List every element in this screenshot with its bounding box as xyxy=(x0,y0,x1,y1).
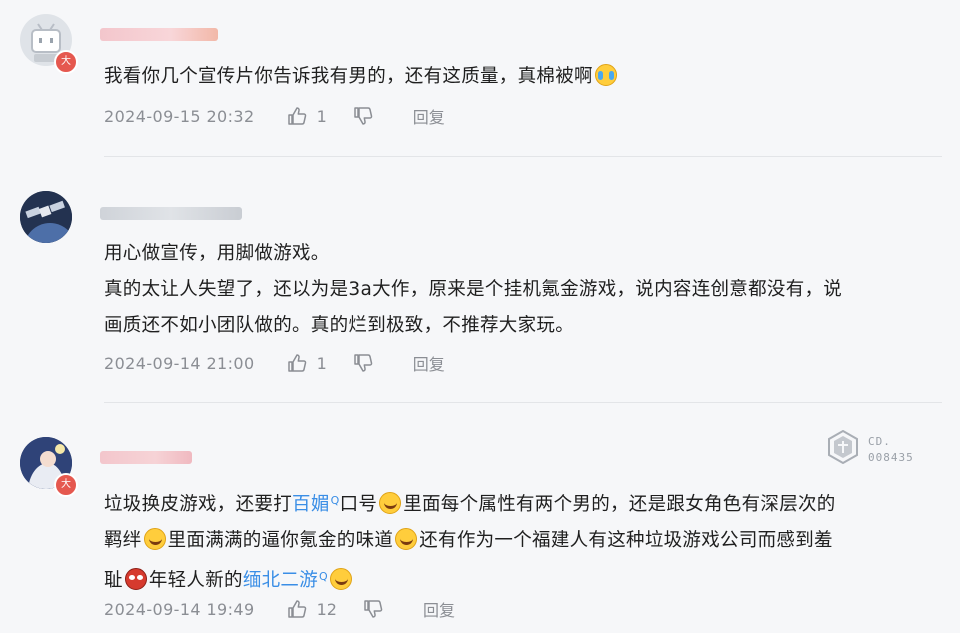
comment-line: 羁绊 里面满满的逼你氪金的味道 还有作为一个福建人有这种垃圾游戏公司而感到羞 xyxy=(104,528,833,551)
username-blurred[interactable] xyxy=(100,451,192,464)
spider-emoji-icon xyxy=(124,568,147,590)
reply-button[interactable]: 回复 xyxy=(413,351,445,375)
search-link[interactable]: 百媚 xyxy=(292,494,330,515)
comment-line: 用心做宣传，用脚做游戏。 xyxy=(104,243,330,264)
vip-badge: 大 xyxy=(54,50,78,74)
search-link[interactable]: 缅北二游 xyxy=(243,570,318,591)
dislike-button[interactable] xyxy=(353,353,373,373)
thumbs-up-icon xyxy=(287,600,306,618)
divider xyxy=(104,156,942,157)
like-count: 1 xyxy=(316,106,327,126)
username-blurred[interactable] xyxy=(100,207,242,220)
laughing-emoji-icon xyxy=(379,492,402,514)
like-button[interactable]: 12 xyxy=(287,599,337,619)
avatar[interactable] xyxy=(20,191,72,243)
watermark-line-2: 008435 xyxy=(868,451,914,464)
dislike-button[interactable] xyxy=(363,599,383,619)
watermark-line-1: CD. xyxy=(868,435,891,448)
thumbs-up-icon xyxy=(287,354,306,372)
dislike-button[interactable] xyxy=(353,106,373,126)
laughing-emoji-icon xyxy=(330,568,352,590)
thumbs-down-icon xyxy=(354,107,373,125)
comment-line: 真的太让人失望了，还以为是3a大作，原来是个挂机氪金游戏，说内容连创意都没有，说 xyxy=(104,279,843,300)
comment-text: 用心做宣传，用脚做游戏。 真的太让人失望了，还以为是3a大作，原来是个挂机氪金游… xyxy=(104,236,944,344)
comment-line: 画质还不如小团队做的。真的烂到极致，不推荐大家玩。 xyxy=(104,315,575,336)
thumbs-down-icon xyxy=(354,354,373,372)
divider xyxy=(104,402,942,403)
vip-badge: 大 xyxy=(54,473,78,497)
comment-meta: 2024-09-14 21:00 1 回复 xyxy=(104,351,445,375)
laughing-emoji-icon xyxy=(395,528,418,550)
comment-text: 我看你几个宣传片你告诉我有男的，还有这质量，真棉被啊 xyxy=(104,59,944,95)
search-mark-icon: Q xyxy=(330,494,340,507)
comment-meta: 2024-09-15 20:32 1 回复 xyxy=(104,104,445,128)
comment-line: 耻年轻人新的缅北二游Q xyxy=(104,559,944,599)
timestamp: 2024-09-14 19:49 xyxy=(104,599,255,619)
comment-line: 垃圾换皮游戏，还要打百媚Q口号 里面每个属性有两个男的，还是跟女角色有深层次的 xyxy=(104,492,836,515)
like-button[interactable]: 1 xyxy=(287,353,327,373)
like-count: 12 xyxy=(316,599,337,619)
timestamp: 2024-09-14 21:00 xyxy=(104,353,255,373)
like-count: 1 xyxy=(316,353,327,373)
crying-emoji-icon xyxy=(594,64,617,86)
reply-button[interactable]: 回复 xyxy=(423,597,455,621)
timestamp: 2024-09-15 20:32 xyxy=(104,106,255,126)
like-button[interactable]: 1 xyxy=(287,106,327,126)
comment-meta: 2024-09-14 19:49 12 回复 xyxy=(104,597,455,621)
search-mark-icon: Q xyxy=(319,570,328,583)
laughing-emoji-icon xyxy=(143,528,166,550)
reply-button[interactable]: 回复 xyxy=(413,104,445,128)
username-blurred[interactable] xyxy=(100,28,218,41)
comment-text: 垃圾换皮游戏，还要打百媚Q口号 里面每个属性有两个男的，还是跟女角色有深层次的 羁… xyxy=(104,483,944,599)
satellite-avatar-icon xyxy=(20,191,72,243)
thumbs-down-icon xyxy=(364,600,383,618)
watermark-seal-icon xyxy=(828,430,858,464)
thumbs-up-icon xyxy=(287,107,306,125)
